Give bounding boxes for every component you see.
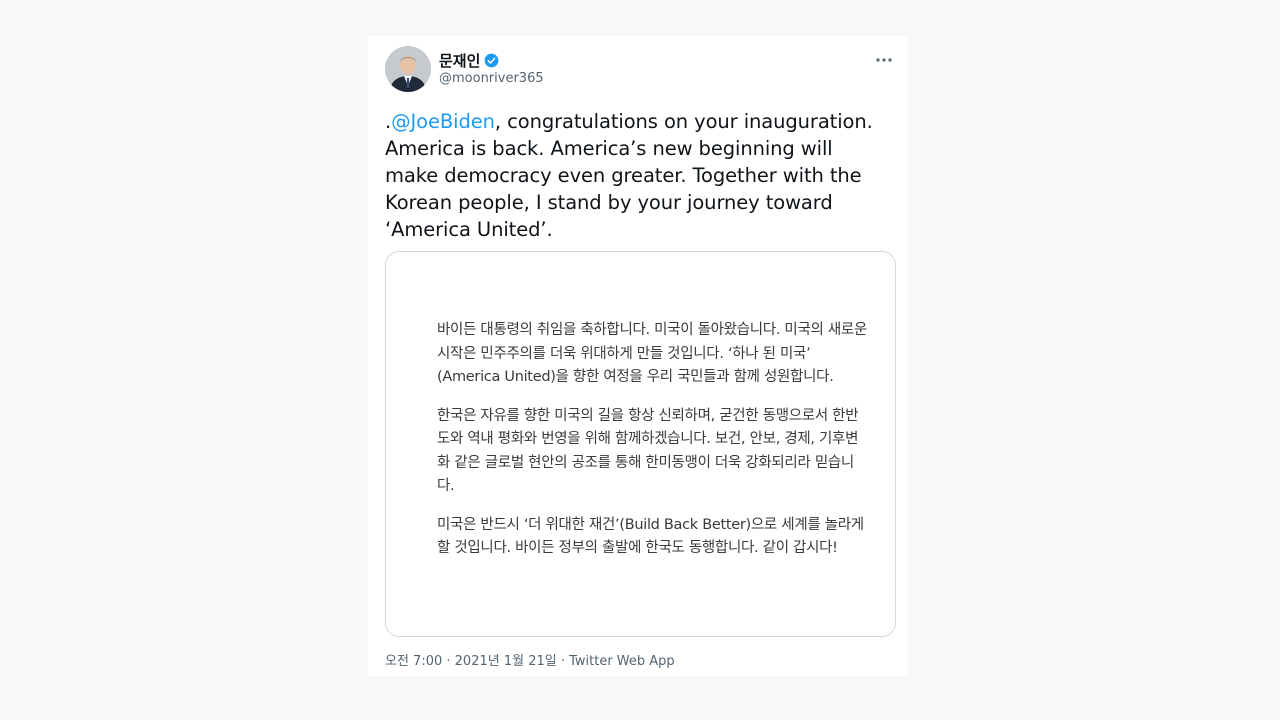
meta-separator: · <box>556 654 570 669</box>
avatar-image <box>385 46 431 92</box>
statement-paragraph: 바이든 대통령의 취임을 축하합니다. 미국이 돌아왔습니다. 미국의 새로운 … <box>437 322 867 385</box>
tweet-date[interactable]: 2021년 1월 21일 <box>455 654 557 669</box>
statement-text: 바이든 대통령의 취임을 축하합니다. 미국이 돌아왔습니다. 미국의 새로운 … <box>437 319 867 576</box>
tweet-text: .@JoeBiden, congratulations on your inau… <box>385 108 875 243</box>
mention-link[interactable]: @JoeBiden <box>391 110 495 133</box>
meta-separator: · <box>442 654 455 669</box>
statement-paragraph: 미국은 반드시 ‘더 위대한 재건’(Build Back Better)으로 … <box>437 516 864 557</box>
tweet-time[interactable]: 오전 7:00 <box>385 654 442 669</box>
display-name[interactable]: 문재인 <box>439 50 480 71</box>
more-options-icon[interactable] <box>874 52 894 68</box>
tweet-meta: 오전 7:00 · 2021년 1월 21일 · Twitter Web App <box>385 650 675 669</box>
verified-badge-icon <box>485 53 499 68</box>
display-name-row[interactable]: 문재인 <box>439 50 499 71</box>
tweet-image[interactable]: 바이든 대통령의 취임을 축하합니다. 미국이 돌아왔습니다. 미국의 새로운 … <box>385 251 896 637</box>
tweet-source[interactable]: Twitter Web App <box>569 654 675 669</box>
tweet-card: 문재인 @moonriver365 .@JoeBiden, congratula… <box>368 36 908 676</box>
user-handle[interactable]: @moonriver365 <box>439 71 544 86</box>
statement-paragraph: 한국은 자유를 향한 미국의 길을 항상 신뢰하며, 굳건한 동맹으로서 한반도… <box>437 407 859 495</box>
avatar[interactable] <box>385 46 431 92</box>
